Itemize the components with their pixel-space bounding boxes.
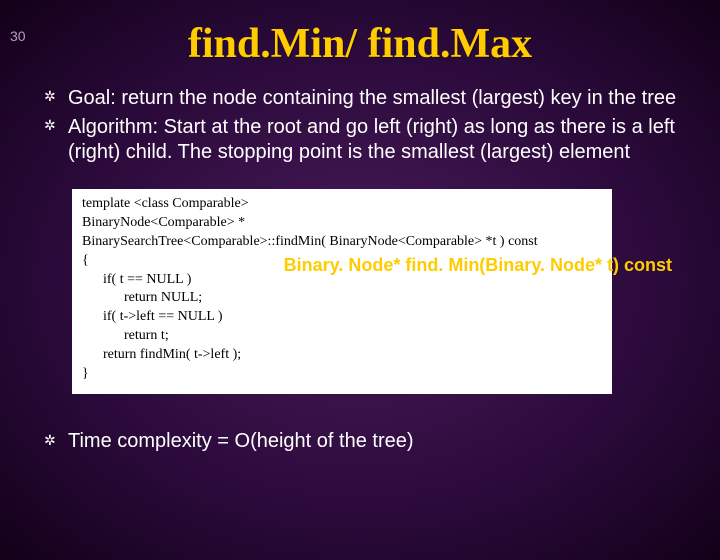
code-line: { (82, 253, 89, 268)
code-line: if( t->left == NULL ) (82, 309, 223, 324)
code-box: template <class Comparable> BinaryNode<C… (72, 189, 612, 394)
code-line: return t; (82, 328, 169, 343)
code-line: template <class Comparable> (82, 196, 249, 211)
code-area: template <class Comparable> BinaryNode<C… (72, 189, 612, 394)
code-line: } (82, 366, 89, 381)
slide-title: find.Min/ find.Max (0, 20, 720, 68)
bullet-item: Goal: return the node containing the sma… (48, 86, 692, 111)
bullet-item: Time complexity = O(height of the tree) (48, 430, 692, 453)
code-annotation: Binary. Node* find. Min(Binary. Node* t)… (284, 255, 672, 276)
code-line: return NULL; (82, 290, 202, 305)
bottom-bullet-list: Time complexity = O(height of the tree) (0, 430, 720, 453)
code-line: if( t == NULL ) (82, 272, 191, 287)
bullet-list: Goal: return the node containing the sma… (0, 86, 720, 165)
code-line: return findMin( t->left ); (82, 347, 241, 362)
code-line: BinaryNode<Comparable> * (82, 215, 245, 230)
code-line: BinarySearchTree<Comparable>::findMin( B… (82, 234, 538, 249)
slide-number: 30 (10, 28, 26, 44)
bullet-item: Algorithm: Start at the root and go left… (48, 115, 692, 165)
